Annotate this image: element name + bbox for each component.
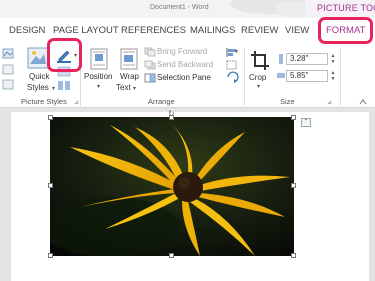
send-backward-icon[interactable] <box>144 60 156 70</box>
resize-handle[interactable] <box>291 115 296 120</box>
shape-width-icon <box>277 73 285 78</box>
size-group-label: Size <box>280 97 295 106</box>
width-spinner[interactable]: ▲ ▼ <box>329 70 337 82</box>
picture-border-highlight <box>47 38 82 72</box>
tab-design[interactable]: DESIGN <box>9 25 45 36</box>
title-bar: Document1 - Word PICTURE TOO... <box>0 0 375 18</box>
selection-pane-icon[interactable] <box>144 73 156 83</box>
height-value: 3.28" <box>290 54 309 63</box>
picture-tools-label: PICTURE TOO... <box>317 3 375 13</box>
resize-handle[interactable] <box>291 183 296 188</box>
resize-handle[interactable] <box>169 253 174 258</box>
layout-options-icon[interactable]: ⌃ <box>301 118 311 127</box>
align-caret-icon[interactable]: ▾ <box>235 48 238 55</box>
crop-caret-icon[interactable]: ▾ <box>257 83 260 90</box>
format-tab-highlight <box>318 17 373 44</box>
bring-forward-label[interactable]: Bring Forward <box>157 47 207 56</box>
height-input[interactable]: 3.28" <box>286 53 328 65</box>
resize-handle[interactable] <box>48 115 53 120</box>
flower-photo <box>50 117 294 256</box>
shape-height-icon <box>279 54 283 64</box>
picture-styles-launcher-icon[interactable]: ⊿ <box>74 99 79 106</box>
group-divider <box>244 48 245 106</box>
position-label[interactable]: Position <box>84 72 112 81</box>
picture-styles-group-label: Picture Styles <box>21 97 67 106</box>
height-spinner[interactable]: ▲ ▼ <box>329 53 337 65</box>
title-bar-decoration <box>230 0 310 17</box>
word-window: Document1 - Word PICTURE TOO... DESIGN P… <box>0 0 375 281</box>
crop-icon[interactable] <box>250 50 270 72</box>
tab-page-layout[interactable]: PAGE LAYOUT <box>53 25 119 36</box>
resize-handle[interactable] <box>48 253 53 258</box>
resize-handle[interactable] <box>48 183 53 188</box>
width-input[interactable]: 5.85" <box>286 70 328 82</box>
picture-layout-icon[interactable] <box>56 80 72 92</box>
tab-view[interactable]: VIEW <box>285 25 309 36</box>
document-title: Document1 - Word <box>150 4 209 11</box>
send-backward-label[interactable]: Send Backward <box>157 60 213 69</box>
tab-review[interactable]: REVIEW <box>241 25 278 36</box>
resize-handle[interactable] <box>291 253 296 258</box>
adjust-icons[interactable] <box>2 47 16 91</box>
resize-handle[interactable] <box>169 115 174 120</box>
quick-styles-label-line2[interactable]: Styles <box>27 83 49 92</box>
size-launcher-icon[interactable]: ⊿ <box>327 99 332 106</box>
selection-pane-label[interactable]: Selection Pane <box>157 73 211 82</box>
arrange-group-label: Arrange <box>148 97 175 106</box>
bring-forward-icon[interactable] <box>144 47 156 57</box>
selected-picture[interactable] <box>50 117 294 256</box>
wrap-text-icon[interactable] <box>119 48 141 70</box>
align-group-rotate-icons[interactable] <box>225 46 241 86</box>
crop-label[interactable]: Crop <box>249 73 266 82</box>
wrap-text-label-line2[interactable]: Text <box>116 83 131 92</box>
quick-styles-caret-icon[interactable]: ▾ <box>52 85 55 92</box>
position-caret-icon[interactable]: ▾ <box>97 83 100 90</box>
wrap-text-caret-icon[interactable]: ▾ <box>133 85 136 92</box>
quick-styles-label[interactable]: Quick <box>29 72 49 81</box>
group-divider <box>340 48 341 106</box>
width-value: 5.85" <box>290 71 309 80</box>
wrap-text-label[interactable]: Wrap <box>120 72 139 81</box>
tab-mailings[interactable]: MAILINGS <box>190 25 235 36</box>
position-icon[interactable] <box>89 48 111 70</box>
collapse-ribbon-icon[interactable] <box>358 98 368 106</box>
tab-references[interactable]: REFERENCES <box>121 25 186 36</box>
